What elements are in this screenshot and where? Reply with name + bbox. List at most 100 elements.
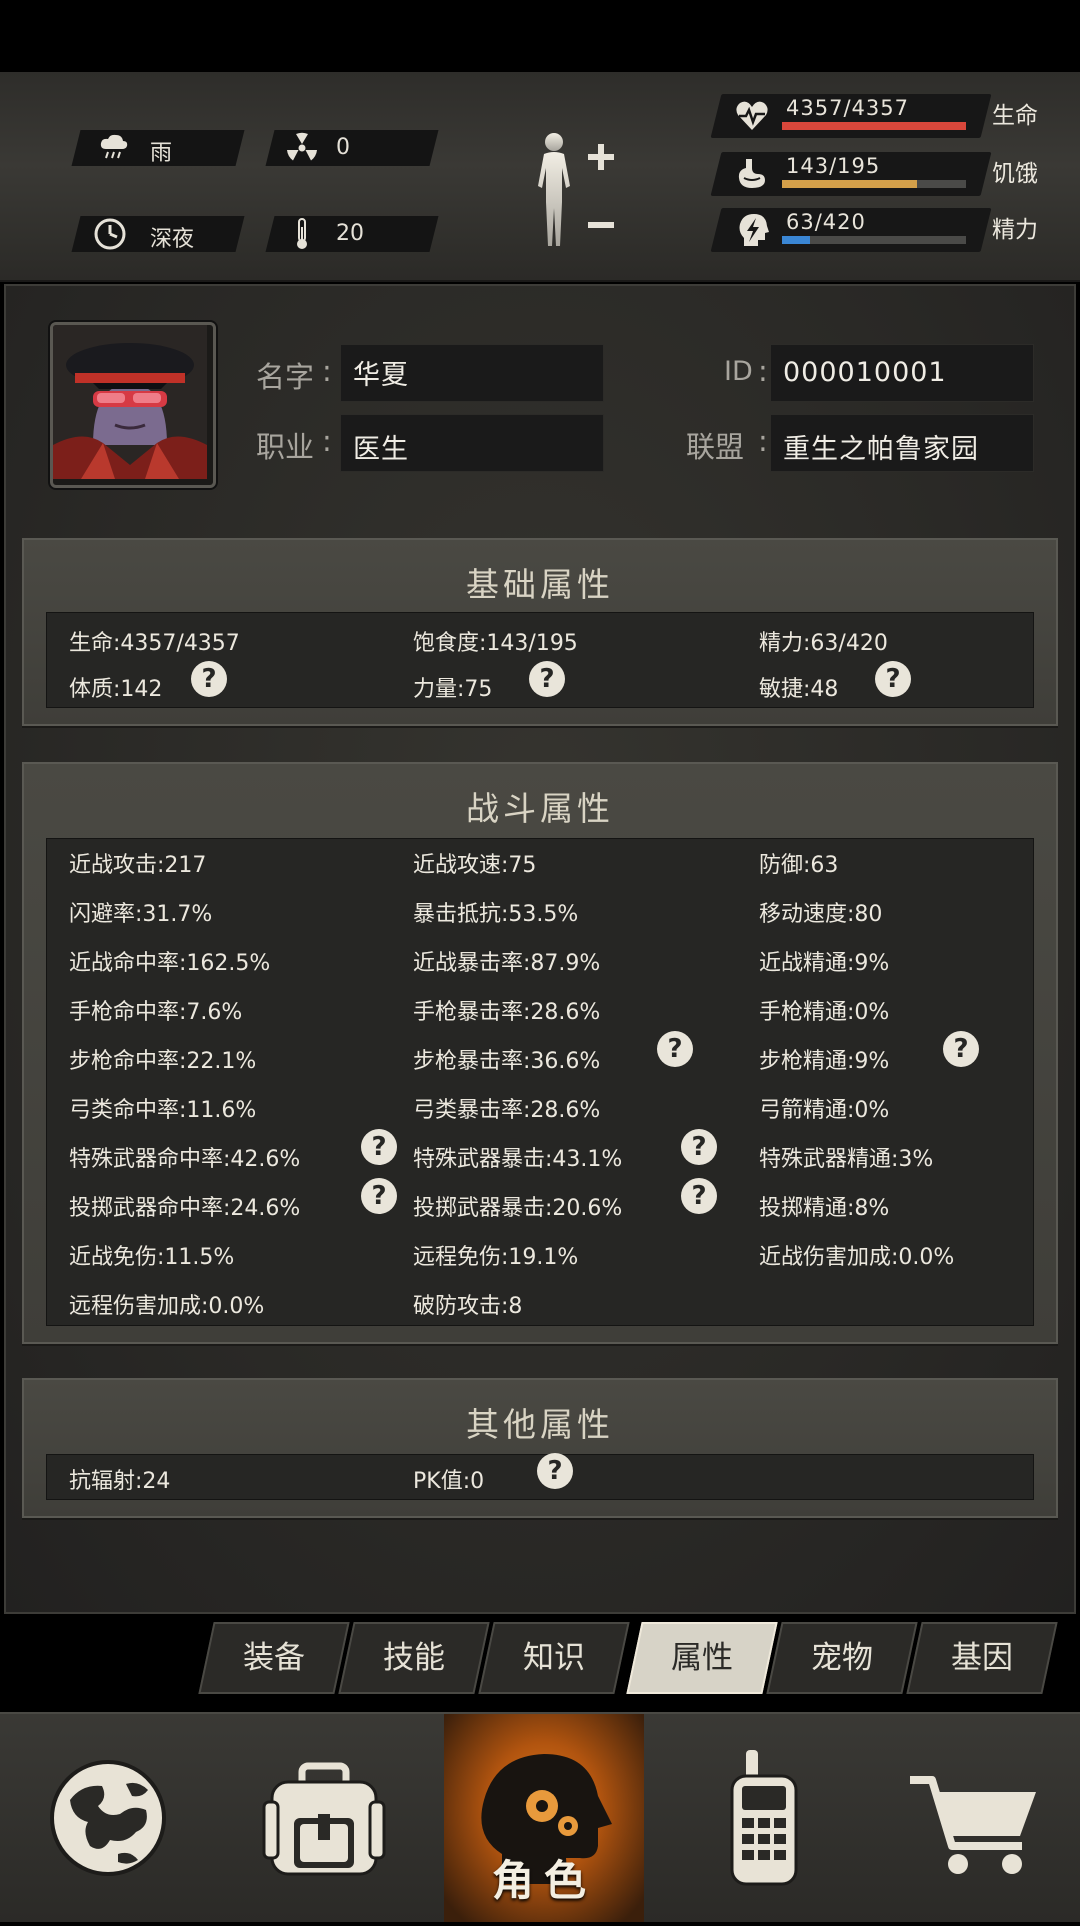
- help-icon[interactable]: ?: [361, 1178, 397, 1214]
- weather-chip: 雨: [71, 130, 245, 166]
- attr-rifle-mastery: 步枪精通:9%: [759, 1049, 890, 1074]
- alliance-field[interactable]: 重生之帕鲁家园: [770, 414, 1034, 472]
- help-icon[interactable]: ?: [943, 1031, 979, 1067]
- character-tabs: 装备 技能 知识 属性 宠物 基因: [0, 1622, 1080, 1694]
- attr-bow-mastery: 弓箭精通:0%: [759, 1098, 890, 1123]
- attr-pistol-hit: 手枪命中率:7.6%: [69, 1000, 243, 1025]
- status-bar: 雨 0 深夜 20 4357/4357 生命 143/195 饥饿 63/420…: [0, 72, 1080, 282]
- help-icon[interactable]: ?: [681, 1178, 717, 1214]
- energy-bar: [782, 236, 966, 244]
- tab-skills[interactable]: 技能: [338, 1622, 490, 1694]
- attr-move-speed: 移动速度:80: [759, 902, 883, 927]
- hp-label: 生命: [992, 103, 1038, 129]
- attr-special-mastery: 特殊武器精通:3%: [759, 1147, 934, 1172]
- weather-text: 雨: [150, 141, 173, 166]
- nav-shop[interactable]: [870, 1714, 1070, 1922]
- shopping-cart-icon: [910, 1776, 1036, 1874]
- energy-stat: 63/420 精力: [710, 208, 1056, 252]
- attr-defense: 防御:63: [759, 853, 839, 878]
- attr-melee-damage-bonus: 近战伤害加成:0.0%: [759, 1245, 955, 1270]
- attr-pistol-crit: 手枪暴击率:28.6%: [413, 1000, 601, 1025]
- combat-attributes-section: 战斗属性 近战攻击:217 近战攻速:75 防御:63 闪避率:31.7% 暴击…: [22, 762, 1058, 1344]
- alliance-value: 重生之帕鲁家园: [783, 434, 979, 465]
- hp-bar: [782, 122, 966, 130]
- attr-ranged-damage-bonus: 远程伤害加成:0.0%: [69, 1294, 265, 1319]
- help-icon[interactable]: ?: [529, 661, 565, 697]
- thermometer-icon: [282, 216, 322, 252]
- hunger-value: 143/195: [786, 154, 881, 178]
- attr-pistol-mastery: 手枪精通:0%: [759, 1000, 890, 1025]
- rain-cloud-icon: [94, 130, 134, 166]
- clock-icon: [90, 216, 130, 252]
- globe-icon: [50, 1760, 166, 1876]
- other-attributes-section: 其他属性 抗辐射:24 PK值:0 ?: [22, 1378, 1058, 1518]
- job-field: 医生: [340, 414, 604, 472]
- attr-melee-speed: 近战攻速:75: [413, 853, 537, 878]
- attr-throw-mastery: 投掷精通:8%: [759, 1196, 890, 1221]
- character-avatar[interactable]: [50, 322, 216, 488]
- tab-equipment[interactable]: 装备: [198, 1622, 350, 1694]
- attr-crit-resist: 暴击抵抗:53.5%: [413, 902, 579, 927]
- radiation-icon: [282, 130, 322, 166]
- combat-attributes-list: 近战攻击:217 近战攻速:75 防御:63 闪避率:31.7% 暴击抵抗:53…: [46, 838, 1034, 1326]
- help-icon[interactable]: ?: [361, 1129, 397, 1165]
- help-icon[interactable]: ?: [191, 661, 227, 697]
- id-value: 000010001: [783, 357, 947, 388]
- nav-backpack[interactable]: [224, 1714, 424, 1922]
- attr-melee-mastery: 近战精通:9%: [759, 951, 890, 976]
- hunger-stat: 143/195 饥饿: [710, 152, 1056, 196]
- hp-value: 4357/4357: [786, 96, 909, 120]
- attr-agility: 敏捷:48: [759, 677, 839, 702]
- attr-melee-hit: 近战命中率:162.5%: [69, 951, 271, 976]
- attr-rifle-crit: 步枪暴击率:36.6%: [413, 1049, 601, 1074]
- basic-attributes-title: 基础属性: [466, 565, 614, 604]
- radiation-chip: 0: [265, 130, 439, 166]
- attr-ranged-reduction: 远程免伤:19.1%: [413, 1245, 579, 1270]
- nav-world-map[interactable]: [10, 1714, 210, 1922]
- attr-armor-break: 破防攻击:8: [413, 1294, 523, 1319]
- name-label: 名字: [256, 360, 315, 394]
- walkie-talkie-icon: [730, 1750, 798, 1886]
- body-status-button[interactable]: [526, 128, 626, 268]
- help-icon[interactable]: ?: [657, 1031, 693, 1067]
- time-text: 深夜: [150, 227, 195, 252]
- help-icon[interactable]: ?: [875, 661, 911, 697]
- temperature-chip: 20: [265, 216, 439, 252]
- tab-knowledge[interactable]: 知识: [478, 1622, 630, 1694]
- attr-melee-attack: 近战攻击:217: [69, 853, 207, 878]
- attr-constitution: 体质:142: [69, 677, 163, 702]
- attr-throw-hit: 投掷武器命中率:24.6%: [69, 1196, 301, 1221]
- attr-melee-crit: 近战暴击率:87.9%: [413, 951, 601, 976]
- head-lightning-icon: [734, 212, 770, 248]
- other-attributes-title: 其他属性: [466, 1405, 614, 1444]
- alliance-label: 联盟: [686, 430, 745, 464]
- attr-throw-crit: 投掷武器暴击:20.6%: [413, 1196, 623, 1221]
- attr-energy: 精力:63/420: [759, 631, 888, 656]
- attr-satiety: 饱食度:143/195: [413, 631, 578, 656]
- combat-attributes-title: 战斗属性: [466, 789, 614, 828]
- attr-radiation-resist: 抗辐射:24: [69, 1469, 171, 1494]
- attr-special-hit: 特殊武器命中率:42.6%: [69, 1147, 301, 1172]
- attr-pk-value: PK值:0: [413, 1469, 485, 1494]
- nav-character-label: 角色: [491, 1856, 596, 1905]
- id-field: 000010001: [770, 344, 1034, 402]
- id-label: ID: [724, 356, 753, 387]
- job-value: 医生: [353, 434, 409, 465]
- attr-hp: 生命:4357/4357: [69, 631, 240, 656]
- radiation-value: 0: [336, 135, 350, 160]
- tab-attributes[interactable]: 属性: [626, 1622, 778, 1694]
- attr-bow-hit: 弓类命中率:11.6%: [69, 1098, 257, 1123]
- tab-genes[interactable]: 基因: [906, 1622, 1058, 1694]
- heart-icon: [734, 98, 770, 134]
- hp-stat: 4357/4357 生命: [710, 94, 1056, 138]
- nav-character[interactable]: 角色: [444, 1714, 644, 1922]
- help-icon[interactable]: ?: [681, 1129, 717, 1165]
- attr-rifle-hit: 步枪命中率:22.1%: [69, 1049, 257, 1074]
- name-value: 华夏: [353, 360, 409, 391]
- attr-special-crit: 特殊武器暴击:43.1%: [413, 1147, 623, 1172]
- help-icon[interactable]: ?: [537, 1453, 573, 1489]
- name-field: 华夏: [340, 344, 604, 402]
- tab-pets[interactable]: 宠物: [766, 1622, 918, 1694]
- stomach-icon: [734, 156, 770, 192]
- nav-radio[interactable]: [662, 1714, 862, 1922]
